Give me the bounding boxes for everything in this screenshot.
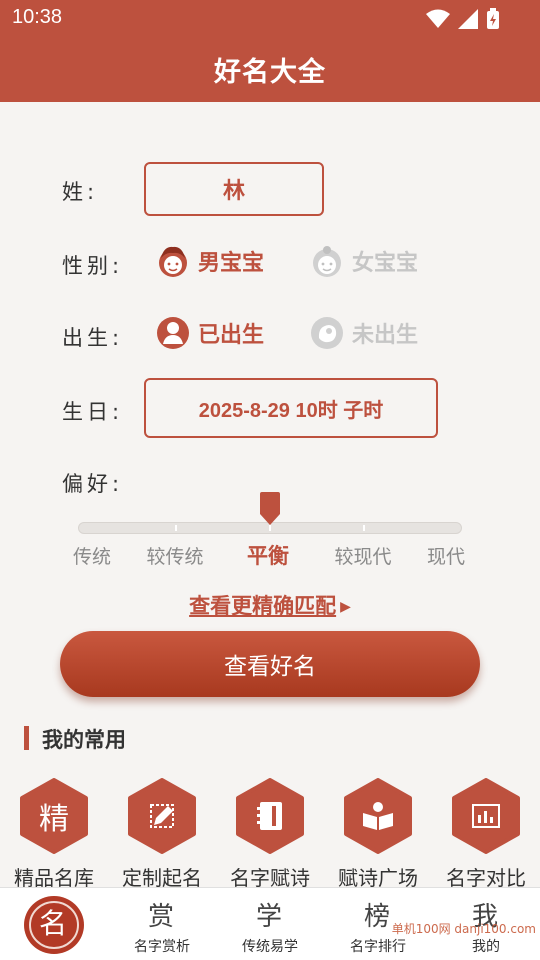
birth-option-unborn-label: 未出生 <box>352 323 419 348</box>
birthday-label: 生日: <box>62 400 124 424</box>
birthday-picker[interactable]: 2025-8-29 10时 子时 <box>144 378 438 438</box>
pref-option-balanced[interactable]: 平衡 <box>247 540 289 570</box>
pencil-icon <box>127 778 197 854</box>
birth-option-born[interactable]: 已出生 <box>156 316 264 350</box>
section-accent-bar <box>24 726 29 750</box>
app-header: 10:38 好名大全 <box>0 0 540 102</box>
nav-label: 名字赏析 <box>134 939 190 955</box>
tool-name-poem[interactable]: 名字赋诗 <box>216 778 324 890</box>
baby-born-icon <box>156 316 190 350</box>
page-title: 好名大全 <box>214 57 326 88</box>
wifi-icon <box>426 9 450 28</box>
nav-label: 我的 <box>472 939 500 955</box>
pref-option-modern[interactable]: 现代 <box>427 542 465 569</box>
gender-option-boy-label: 男宝宝 <box>198 251 265 276</box>
preference-slider-thumb[interactable] <box>258 492 282 526</box>
seal-shang-icon: 赏 <box>147 901 174 932</box>
nav-home[interactable]: 名 <box>0 888 108 960</box>
preference-options: 传统 较传统 平衡 较现代 现代 <box>0 540 540 570</box>
bar-chart-icon <box>451 778 521 854</box>
birth-option-born-label: 已出生 <box>198 323 265 348</box>
gender-label: 性别: <box>62 254 124 278</box>
birth-label: 出生: <box>62 326 124 350</box>
triangle-right-icon: ▶ <box>340 599 351 615</box>
slider-tick <box>175 525 177 531</box>
nav-traditional-study[interactable]: 学 传统易学 <box>216 888 324 960</box>
precise-match-link[interactable]: 查看更精确匹配 ▶ <box>0 590 540 620</box>
nav-label: 名字排行 <box>350 939 406 955</box>
battery-icon <box>487 8 499 29</box>
gender-option-girl-label: 女宝宝 <box>352 251 419 276</box>
slider-tick <box>363 525 365 531</box>
nav-name-appreciation[interactable]: 赏 名字赏析 <box>108 888 216 960</box>
home-seal-glyph: 名 <box>38 907 67 940</box>
book-reader-icon <box>343 778 413 854</box>
view-names-button[interactable]: 查看好名 <box>60 631 480 697</box>
birth-option-unborn[interactable]: 未出生 <box>310 316 418 350</box>
pref-option-semi-traditional[interactable]: 较传统 <box>146 542 203 569</box>
tool-custom-naming[interactable]: 定制起名 <box>108 778 216 890</box>
baby-unborn-icon <box>310 316 344 350</box>
pref-option-traditional[interactable]: 传统 <box>73 542 111 569</box>
nav-label: 传统易学 <box>242 939 298 955</box>
section-title: 我的常用 <box>42 728 126 752</box>
surname-input[interactable]: 林 <box>144 162 324 216</box>
status-icons <box>426 8 500 30</box>
surname-label: 姓: <box>62 180 99 204</box>
status-time: 10:38 <box>12 6 63 28</box>
seal-xue-icon: 学 <box>255 901 282 932</box>
boy-face-icon <box>156 244 190 278</box>
gender-option-boy[interactable]: 男宝宝 <box>156 244 264 278</box>
gender-option-girl[interactable]: 女宝宝 <box>310 244 418 278</box>
preference-label: 偏好: <box>62 472 124 496</box>
signal-icon <box>458 9 478 29</box>
tool-premium-library[interactable]: 精 精品名库 <box>0 778 108 890</box>
tool-name-compare[interactable]: 名字对比 <box>432 778 540 890</box>
tool-poem-square[interactable]: 赋诗广场 <box>324 778 432 890</box>
precise-match-label: 查看更精确匹配 <box>189 594 337 618</box>
girl-face-icon <box>310 244 344 278</box>
notebook-icon <box>235 778 305 854</box>
char-jing-icon: 精 <box>39 802 69 837</box>
pref-option-semi-modern[interactable]: 较现代 <box>334 542 391 569</box>
site-watermark: 单机100网 danji100.com <box>391 922 536 936</box>
